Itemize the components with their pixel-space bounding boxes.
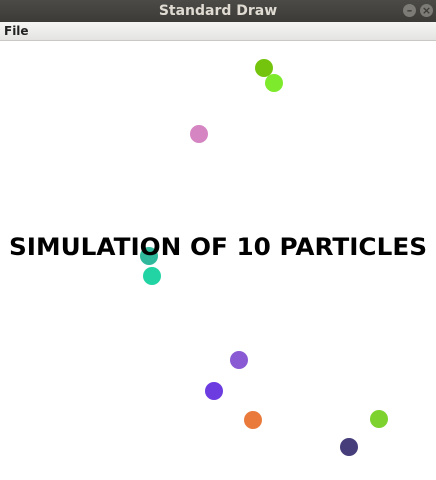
drawing-canvas[interactable]: SIMULATION OF 10 PARTICLES <box>0 41 436 480</box>
particle <box>255 59 273 77</box>
minimize-icon[interactable]: – <box>403 4 416 17</box>
particle <box>244 411 262 429</box>
app-window: Standard Draw – × File SIMULATION OF 10 … <box>0 0 436 480</box>
window-title: Standard Draw <box>158 3 278 19</box>
close-icon[interactable]: × <box>420 4 433 17</box>
particle <box>205 382 223 400</box>
menu-bar: File <box>0 22 436 41</box>
particle <box>340 438 358 456</box>
particle <box>230 351 248 369</box>
menu-file[interactable]: File <box>4 22 29 40</box>
particle <box>143 267 161 285</box>
title-bar[interactable]: Standard Draw – × <box>0 0 436 22</box>
simulation-headline: SIMULATION OF 10 PARTICLES <box>9 233 427 261</box>
particle <box>370 410 388 428</box>
particle <box>265 74 283 92</box>
particle <box>190 125 208 143</box>
particle-canvas: SIMULATION OF 10 PARTICLES <box>9 59 427 456</box>
